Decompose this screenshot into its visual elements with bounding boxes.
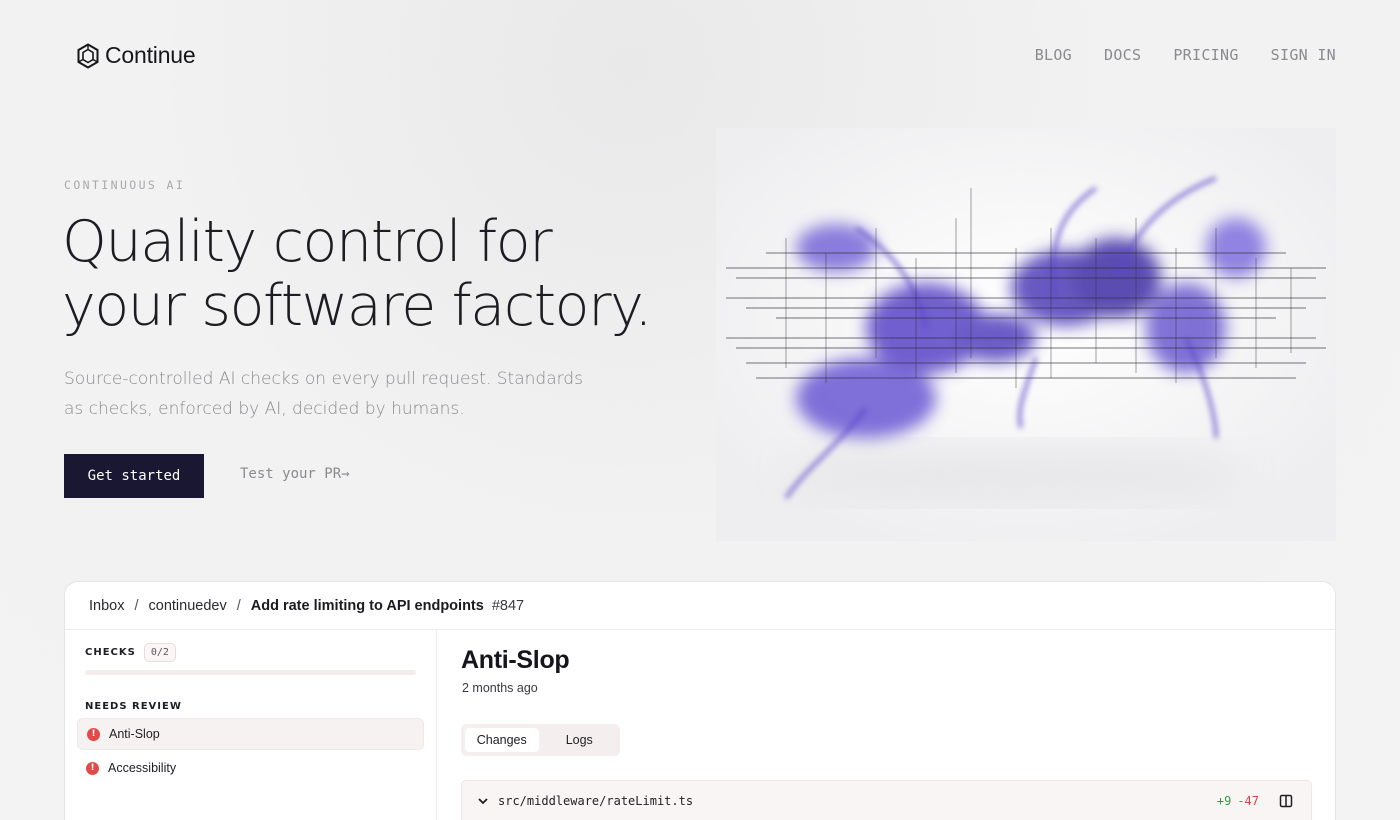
test-pr-link[interactable]: Test your PR→ bbox=[240, 466, 350, 482]
file-path: src/middleware/rateLimit.ts bbox=[498, 794, 694, 808]
headline-line-1: Quality control for bbox=[62, 209, 553, 275]
brand-logo[interactable]: Continue bbox=[76, 42, 196, 69]
chevron-down-icon[interactable] bbox=[476, 794, 490, 808]
checks-sidebar: CHECKS 0/2 NEEDS REVIEW ! Anti-Slop ! Ac… bbox=[65, 630, 437, 820]
hero-eyebrow: CONTINUOUS AI bbox=[64, 178, 186, 192]
nav-blog[interactable]: BLOG bbox=[1035, 46, 1072, 64]
checks-count-badge: 0/2 bbox=[143, 643, 176, 662]
diff-stats: +9 -47 bbox=[1217, 794, 1293, 808]
pr-number: #847 bbox=[491, 597, 525, 614]
tab-changes[interactable]: Changes bbox=[465, 728, 539, 752]
hero-subtitle: Source-controlled AI checks on every pul… bbox=[64, 369, 583, 419]
checks-progress-bar bbox=[85, 670, 416, 675]
breadcrumb-separator: / bbox=[236, 597, 241, 614]
circuit-ink-illustration bbox=[716, 128, 1336, 541]
deletions-count: -47 bbox=[1237, 794, 1259, 808]
checks-label: CHECKS bbox=[85, 647, 136, 658]
hero-headline: Quality control for your software factor… bbox=[62, 210, 662, 338]
diff-file-header[interactable]: src/middleware/rateLimit.ts +9 -47 bbox=[461, 780, 1312, 820]
brand-name: Continue bbox=[105, 42, 196, 68]
breadcrumb-org[interactable]: continuedev bbox=[149, 598, 227, 614]
check-timestamp: 2 months ago bbox=[462, 681, 538, 695]
check-title: Anti-Slop bbox=[461, 646, 570, 674]
tab-logs[interactable]: Logs bbox=[543, 728, 617, 752]
nav-docs[interactable]: DOCS bbox=[1104, 46, 1141, 64]
check-item-accessibility[interactable]: ! Accessibility bbox=[77, 752, 424, 784]
detail-tabs: Changes Logs bbox=[461, 724, 620, 756]
checks-header: CHECKS 0/2 bbox=[85, 643, 176, 662]
breadcrumb: Inbox / continuedev / Add rate limiting … bbox=[65, 582, 1335, 630]
breadcrumb-separator: / bbox=[134, 597, 139, 614]
nav-sign-in[interactable]: SIGN IN bbox=[1271, 46, 1336, 64]
breadcrumb-inbox[interactable]: Inbox bbox=[89, 598, 124, 614]
continue-logo-icon bbox=[77, 42, 99, 69]
check-detail-panel: Anti-Slop 2 months ago Changes Logs src/… bbox=[438, 630, 1335, 820]
check-item-anti-slop[interactable]: ! Anti-Slop bbox=[77, 718, 424, 750]
needs-review-heading: NEEDS REVIEW bbox=[85, 701, 182, 712]
check-item-label: Accessibility bbox=[108, 761, 177, 775]
pr-title: Add rate limiting to API endpoints bbox=[250, 597, 484, 614]
top-nav: BLOG DOCS PRICING SIGN IN bbox=[1035, 46, 1336, 64]
warning-icon: ! bbox=[86, 761, 99, 775]
nav-pricing[interactable]: PRICING bbox=[1173, 46, 1238, 64]
pr-review-card: Inbox / continuedev / Add rate limiting … bbox=[64, 581, 1336, 820]
hero-illustration bbox=[716, 128, 1336, 541]
get-started-button[interactable]: Get started bbox=[64, 454, 204, 498]
headline-line-2: your software factory. bbox=[62, 273, 653, 339]
additions-count: +9 bbox=[1216, 794, 1232, 808]
warning-icon: ! bbox=[87, 727, 100, 741]
split-view-icon[interactable] bbox=[1279, 794, 1293, 808]
check-item-label: Anti-Slop bbox=[109, 727, 160, 741]
